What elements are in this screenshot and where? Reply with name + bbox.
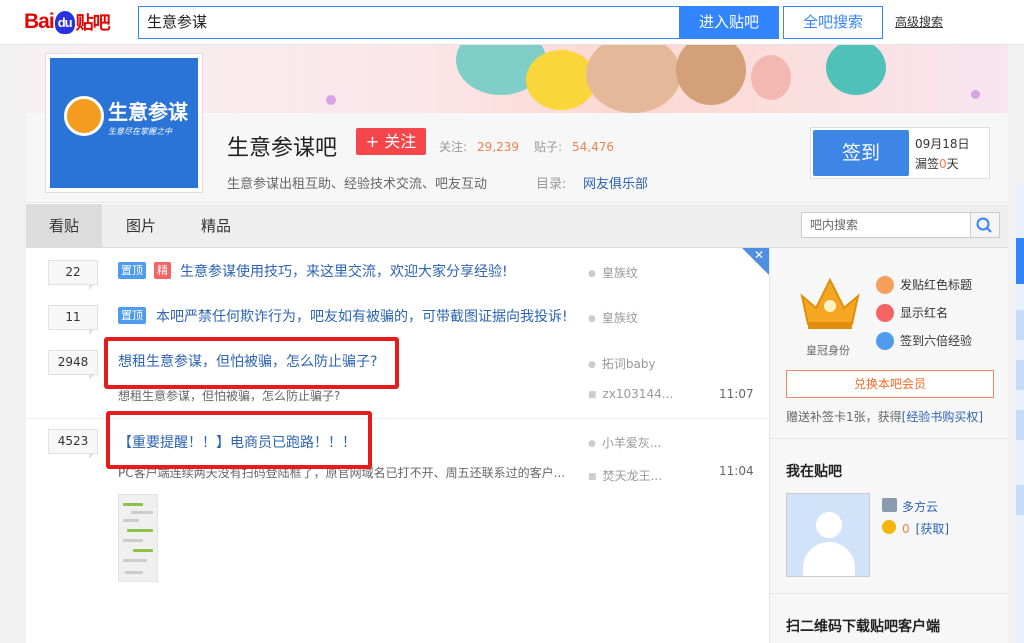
logo-paw-icon: du bbox=[54, 10, 75, 34]
avatar-title: 生意参谋 bbox=[108, 100, 188, 124]
thread-list: ✕ 22 置顶 精 生意参谋使用技巧，来这里交流，欢迎大家分享经验! 皇族纹 1… bbox=[26, 248, 770, 643]
side-float-panel bbox=[1016, 185, 1024, 643]
logo-tieba-text: 贴吧 bbox=[75, 13, 111, 33]
thread-title[interactable]: 本吧严禁任何欺诈行为，吧友如有被骗的，可带截图证据向我投诉! bbox=[156, 306, 568, 326]
coin-icon bbox=[882, 520, 896, 534]
banner-decoration bbox=[826, 45, 886, 95]
forum-search-button[interactable] bbox=[971, 212, 1000, 238]
redeem-membership-button[interactable]: 兑换本吧会员 bbox=[786, 370, 994, 398]
highlight-box bbox=[104, 337, 399, 389]
last-reply-time: 11:07 bbox=[719, 387, 754, 401]
user-name[interactable]: 多方云 bbox=[902, 498, 938, 515]
perk-label: 签到六倍经验 bbox=[900, 334, 973, 348]
tab-featured[interactable]: 精品 bbox=[191, 204, 241, 248]
user-avatar[interactable] bbox=[786, 493, 870, 577]
banner-decoration bbox=[971, 90, 980, 99]
reply-count: 2948 bbox=[48, 350, 98, 380]
avatar-subtitle: 生意尽在掌握之中 bbox=[108, 127, 172, 136]
banner-decoration bbox=[586, 45, 681, 113]
crown-icon bbox=[800, 277, 860, 329]
posts-count: 54,476 bbox=[572, 140, 615, 154]
highlight-box bbox=[106, 411, 372, 469]
crown-label: 皇冠身份 bbox=[806, 344, 850, 357]
perk-label: 显示红名 bbox=[900, 306, 949, 320]
sidebar: 皇冠身份 发贴红色标题 显示红名 签到六倍经验 兑换本吧会员 赠送补签卡1张，获… bbox=[769, 248, 1009, 643]
perk-six-exp: 签到六倍经验 bbox=[876, 332, 972, 350]
card-note-text: 赠送补签卡1张，获得 bbox=[786, 410, 902, 424]
advanced-search-link[interactable]: 高级搜索 bbox=[895, 13, 943, 30]
baidu-tieba-logo[interactable]: Bai du 贴吧 bbox=[24, 6, 111, 38]
red-title-icon bbox=[876, 276, 894, 294]
last-reply-time: 11:04 bbox=[719, 464, 754, 478]
followers-count: 29,239 bbox=[477, 140, 520, 154]
banner-decoration bbox=[751, 55, 791, 100]
follow-button[interactable]: + 关注 bbox=[356, 128, 426, 155]
sign-missed-suffix: 天 bbox=[946, 157, 959, 171]
search-input[interactable]: 生意参谋 bbox=[138, 6, 680, 39]
category-label: 目录: bbox=[536, 177, 567, 192]
qr-download-title: 扫二维码下载贴吧客户端 bbox=[786, 619, 940, 635]
forum-header: 生意参谋 生意尽在掌握之中 生意参谋吧 + 关注 关注: 29,239 贴子: 54… bbox=[26, 53, 1008, 203]
thread-author[interactable]: 拓词baby bbox=[588, 355, 656, 372]
thread-author[interactable]: 皇族纹 bbox=[588, 264, 638, 281]
red-name-icon bbox=[876, 304, 894, 322]
reply-count: 22 bbox=[48, 260, 98, 290]
followers-stat: 关注: 29,239 bbox=[439, 138, 519, 155]
last-reply-user[interactable]: 焚天龙王... bbox=[588, 467, 662, 484]
tab-posts[interactable]: 看贴 bbox=[26, 204, 102, 248]
sign-in-box: 签到 09月18日 漏签0天 bbox=[810, 127, 990, 179]
pinned-badge: 置顶 bbox=[118, 307, 146, 324]
top-bar: Bai du 贴吧 生意参谋 进入贴吧 全吧搜索 高级搜索 bbox=[0, 0, 1024, 45]
enter-forum-button[interactable]: 进入贴吧 bbox=[679, 6, 779, 39]
perk-red-title: 发贴红色标题 bbox=[876, 276, 972, 294]
sign-missed: 漏签0天 bbox=[915, 155, 959, 172]
sign-card-note: 赠送补签卡1张，获得[经验书购买权] bbox=[786, 408, 983, 425]
sign-date: 09月18日 bbox=[915, 137, 970, 151]
last-reply-user[interactable]: zx103144... bbox=[588, 387, 674, 401]
sidebar-separator bbox=[770, 438, 1009, 439]
thread-preview: 想租生意参谋，但怕被骗，怎么防止骗子? bbox=[118, 389, 341, 403]
forum-page: 生意参谋 生意尽在掌握之中 生意参谋吧 + 关注 关注: 29,239 贴子: 54… bbox=[26, 45, 1009, 643]
posts-stat: 贴子: 54,476 bbox=[534, 138, 614, 155]
thread-author[interactable]: 皇族纹 bbox=[588, 309, 638, 326]
perk-label: 发贴红色标题 bbox=[900, 278, 973, 292]
get-coins-link[interactable]: [获取] bbox=[916, 522, 949, 536]
sign-missed-prefix: 漏签 bbox=[915, 157, 940, 171]
banner-decoration bbox=[326, 95, 336, 105]
sidebar-separator bbox=[770, 593, 1009, 594]
search-all-button[interactable]: 全吧搜索 bbox=[783, 6, 883, 39]
exp-icon bbox=[876, 332, 894, 350]
sign-in-button[interactable]: 签到 bbox=[813, 130, 909, 176]
perk-red-name: 显示红名 bbox=[876, 304, 948, 322]
forum-name[interactable]: 生意参谋吧 bbox=[227, 130, 337, 162]
reply-count: 4523 bbox=[48, 429, 98, 459]
my-tieba-title: 我在贴吧 bbox=[786, 464, 842, 480]
thread-thumbnail[interactable] bbox=[118, 494, 158, 582]
pinned-badge: 置顶 bbox=[118, 262, 146, 279]
thread-author[interactable]: 小羊爱灰... bbox=[588, 434, 661, 451]
logo-bai-text: Bai bbox=[24, 10, 55, 33]
user-badge-icon bbox=[882, 498, 897, 512]
coin-info: 0 [获取] bbox=[902, 520, 949, 537]
forum-description: 生意参谋出租互助、经验技术交流、吧友互动 bbox=[227, 177, 488, 192]
banner-duck-icon bbox=[526, 50, 596, 110]
reply-count: 11 bbox=[48, 305, 98, 335]
thread-title[interactable]: 生意参谋使用技巧，来这里交流，欢迎大家分享经验! bbox=[180, 261, 508, 281]
forum-avatar[interactable]: 生意参谋 生意尽在掌握之中 bbox=[45, 53, 203, 193]
posts-label: 贴子: bbox=[534, 140, 563, 154]
forum-search-input[interactable]: 吧内搜索 bbox=[801, 212, 971, 238]
category-link[interactable]: 网友俱乐部 bbox=[583, 173, 648, 192]
forum-avatar-image: 生意参谋 生意尽在掌握之中 bbox=[50, 58, 198, 188]
featured-badge: 精 bbox=[154, 262, 171, 279]
banner-bear-icon bbox=[676, 45, 746, 105]
coin-count: 0 bbox=[902, 522, 910, 536]
forum-tabs: 看贴 图片 精品 吧内搜索 bbox=[26, 204, 1008, 248]
search-icon bbox=[976, 217, 992, 233]
close-icon[interactable]: ✕ bbox=[754, 248, 764, 262]
compass-icon bbox=[64, 96, 104, 136]
exp-book-link[interactable]: [经验书购买权] bbox=[902, 410, 983, 424]
followers-label: 关注: bbox=[439, 140, 468, 154]
sign-missed-days: 0 bbox=[939, 157, 947, 171]
tab-images[interactable]: 图片 bbox=[116, 204, 166, 248]
